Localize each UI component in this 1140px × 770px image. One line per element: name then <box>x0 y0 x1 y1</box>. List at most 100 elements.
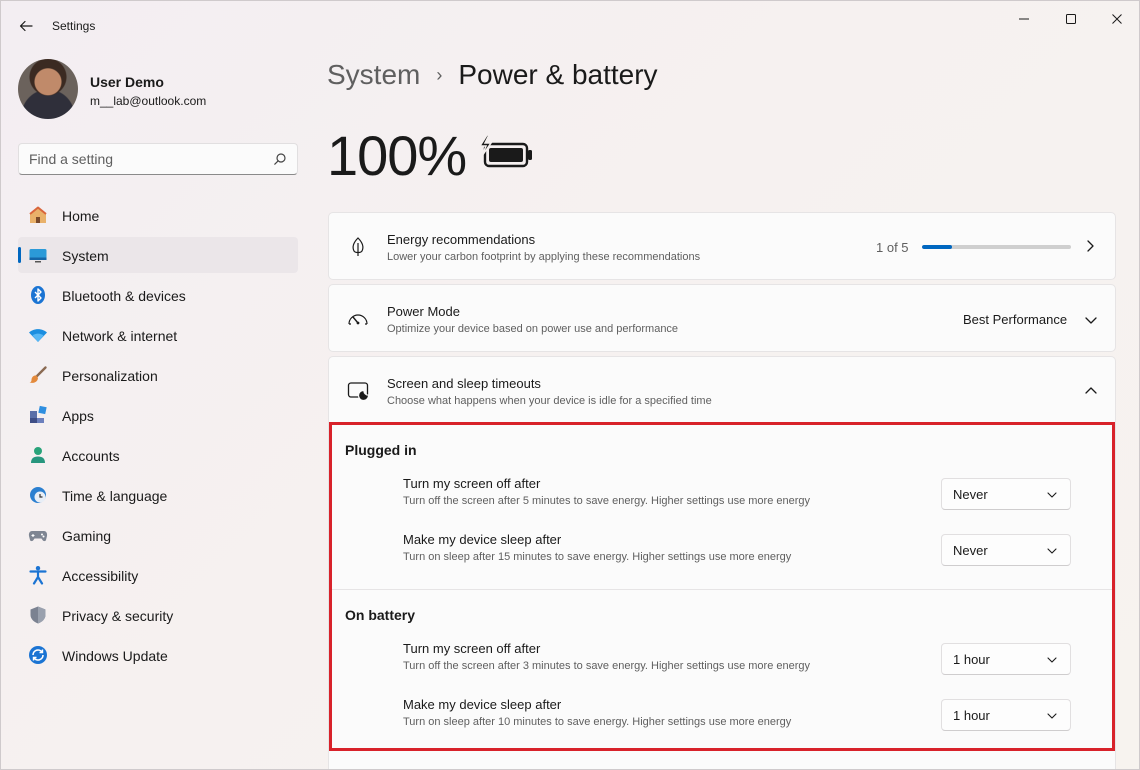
plugged-sleep-dropdown[interactable]: Never <box>941 534 1071 566</box>
screen-sleep-icon <box>347 380 369 402</box>
setting-row-plugged-sleep: Make my device sleep after Turn on sleep… <box>343 524 1101 576</box>
setting-title: Turn my screen off after <box>403 476 541 491</box>
power-mode-subtitle: Optimize your device based on power use … <box>387 323 679 335</box>
sidebar-item-windows-update[interactable]: Windows Update <box>18 637 298 673</box>
leaf-icon <box>347 236 369 258</box>
accessibility-icon <box>28 565 48 585</box>
settings-window: Settings User Demo m__lab@outlook.com Ho… <box>0 0 1140 770</box>
sidebar-item-label: Accessibility <box>62 568 139 584</box>
energy-subtitle: Lower your carbon footprint by applying … <box>387 251 701 263</box>
system-icon <box>28 245 48 265</box>
setting-title: Make my device sleep after <box>403 697 562 712</box>
gamepad-icon <box>28 525 48 545</box>
screen-sleep-subtitle: Choose what happens when your device is … <box>387 395 712 407</box>
chevron-down-icon[interactable] <box>1084 313 1098 327</box>
update-icon <box>28 645 48 665</box>
sidebar-item-home[interactable]: Home <box>18 197 298 233</box>
maximize-icon <box>1066 14 1076 24</box>
avatar[interactable] <box>18 59 78 119</box>
divider <box>329 422 1115 423</box>
energy-pager: 1 of 5 <box>876 240 909 255</box>
chevron-down-icon <box>1047 548 1057 554</box>
minimize-button[interactable] <box>1001 7 1047 31</box>
sidebar-item-label: Personalization <box>62 368 158 384</box>
breadcrumb-separator: › <box>436 64 443 85</box>
battery-charging-icon <box>478 134 532 168</box>
screen-sleep-title: Screen and sleep timeouts <box>387 376 541 391</box>
bluetooth-icon <box>28 285 48 305</box>
search-icon[interactable] <box>273 152 287 166</box>
sidebar-item-time-language[interactable]: Time & language <box>18 477 298 513</box>
battery-sleep-dropdown[interactable]: 1 hour <box>941 699 1071 731</box>
maximize-button[interactable] <box>1048 7 1094 31</box>
sidebar-item-bluetooth[interactable]: Bluetooth & devices <box>18 277 298 313</box>
sidebar-item-apps[interactable]: Apps <box>18 397 298 433</box>
group-title-plugged-in: Plugged in <box>345 442 417 458</box>
search-box[interactable] <box>18 143 298 175</box>
close-button[interactable] <box>1094 7 1139 31</box>
plugged-screen-off-dropdown[interactable]: Never <box>941 478 1071 510</box>
power-mode-card[interactable]: Power Mode Optimize your device based on… <box>328 284 1116 352</box>
setting-subtitle: Turn on sleep after 10 minutes to save e… <box>403 716 792 728</box>
energy-recommendations-card[interactable]: Energy recommendations Lower your carbon… <box>328 212 1116 280</box>
sidebar-item-label: Bluetooth & devices <box>62 288 186 304</box>
sidebar-item-label: Apps <box>62 408 94 424</box>
sidebar-item-system[interactable]: System <box>18 237 298 273</box>
sidebar-item-label: Time & language <box>62 488 168 504</box>
group-title-on-battery: On battery <box>345 607 416 623</box>
energy-progress-fill <box>922 245 952 249</box>
page-title: Power & battery <box>458 59 658 90</box>
sidebar-item-label: System <box>62 248 109 264</box>
sidebar-item-privacy[interactable]: Privacy & security <box>18 597 298 633</box>
battery-screen-off-dropdown[interactable]: 1 hour <box>941 643 1071 675</box>
sidebar-item-label: Gaming <box>62 528 112 544</box>
dropdown-value: Never <box>953 543 988 558</box>
setting-row-battery-screen-off: Turn my screen off after Turn off the sc… <box>343 633 1101 685</box>
breadcrumb: System › Power & battery <box>327 59 658 91</box>
close-icon <box>1112 14 1122 24</box>
chevron-down-icon <box>1047 492 1057 498</box>
apps-icon <box>28 405 48 425</box>
power-mode-value[interactable]: Best Performance <box>963 312 1067 327</box>
battery-percentage: 100% <box>327 124 467 187</box>
sidebar-item-label: Network & internet <box>62 328 178 344</box>
dropdown-value: Never <box>953 487 988 502</box>
setting-row-plugged-screen-off: Turn my screen off after Turn off the sc… <box>343 468 1101 520</box>
energy-progress-bar <box>922 245 1071 249</box>
sidebar-item-gaming[interactable]: Gaming <box>18 517 298 553</box>
breadcrumb-parent[interactable]: System <box>327 59 420 91</box>
dropdown-value: 1 hour <box>953 652 990 667</box>
app-title: Settings <box>52 19 96 33</box>
setting-subtitle: Turn off the screen after 5 minutes to s… <box>403 495 811 507</box>
chevron-right-icon[interactable] <box>1083 239 1097 253</box>
sidebar-item-network[interactable]: Network & internet <box>18 317 298 353</box>
title-bar: Settings <box>1 1 1139 49</box>
setting-row-battery-sleep: Make my device sleep after Turn on sleep… <box>343 689 1101 741</box>
sidebar-item-accounts[interactable]: Accounts <box>18 437 298 473</box>
chevron-down-icon <box>1047 657 1057 663</box>
gauge-icon <box>347 308 369 330</box>
time-language-icon <box>28 485 48 505</box>
search-input[interactable] <box>29 151 259 167</box>
energy-title: Energy recommendations <box>387 232 536 247</box>
sidebar-item-personalization[interactable]: Personalization <box>18 357 298 393</box>
chevron-down-icon <box>1047 713 1057 719</box>
chevron-up-icon[interactable] <box>1084 384 1098 398</box>
accounts-icon <box>28 445 48 465</box>
setting-subtitle: Turn on sleep after 15 minutes to save e… <box>403 551 792 563</box>
sidebar-item-label: Privacy & security <box>62 608 174 624</box>
dropdown-value: 1 hour <box>953 708 990 723</box>
sidebar-item-accessibility[interactable]: Accessibility <box>18 557 298 593</box>
sidebar-item-label: Accounts <box>62 448 120 464</box>
setting-subtitle: Turn off the screen after 3 minutes to s… <box>403 660 811 672</box>
home-icon <box>28 205 48 225</box>
power-mode-title: Power Mode <box>387 304 460 319</box>
minimize-icon <box>1019 18 1029 20</box>
user-name: User Demo <box>90 74 164 90</box>
wifi-icon <box>28 325 48 345</box>
setting-title: Make my device sleep after <box>403 532 562 547</box>
screen-sleep-card: Screen and sleep timeouts Choose what ha… <box>328 356 1116 769</box>
brush-icon <box>28 365 48 385</box>
back-button[interactable] <box>15 15 37 37</box>
setting-title: Turn my screen off after <box>403 641 541 656</box>
